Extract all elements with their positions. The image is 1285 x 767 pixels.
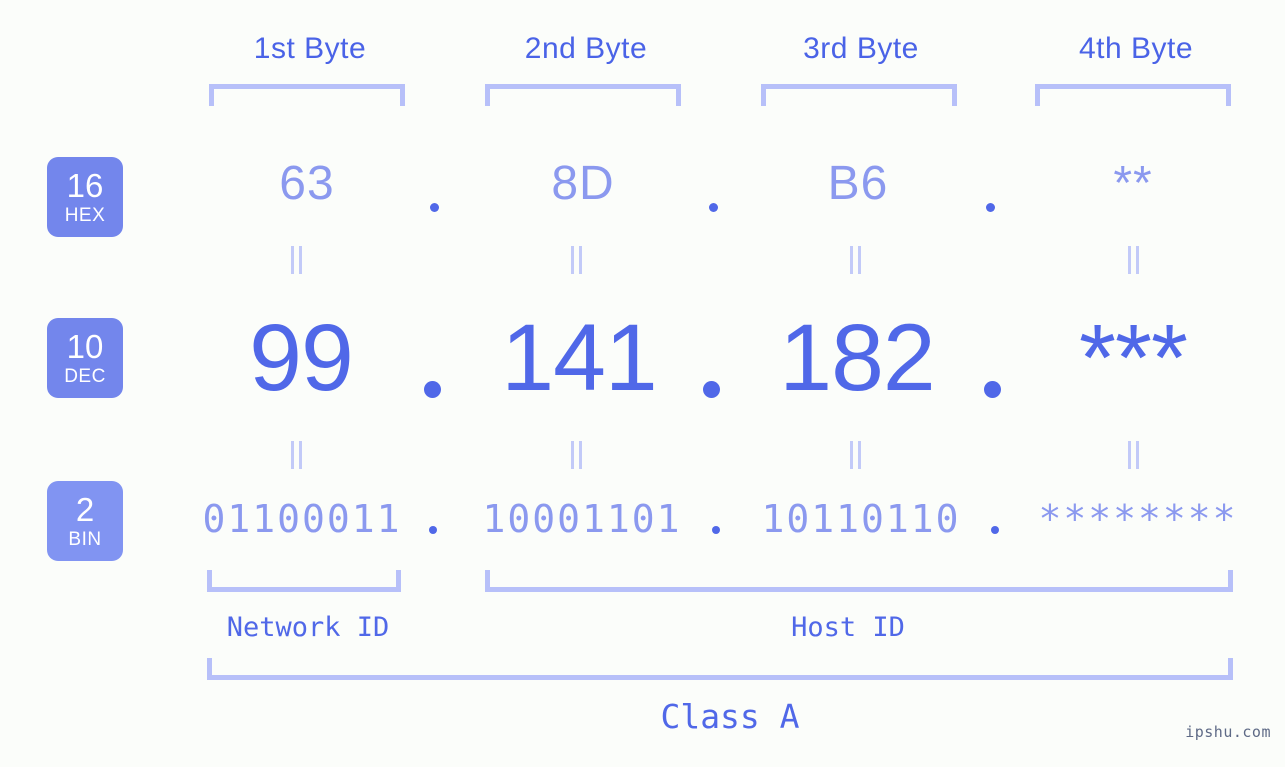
dec-byte-1: 99 (249, 305, 354, 411)
radix-badge-bin-number: 2 (75, 491, 95, 528)
hex-separator-dot-1 (430, 203, 439, 212)
host-id-label: Host ID (791, 612, 905, 643)
ip-address-breakdown-diagram: 1st Byte 2nd Byte 3rd Byte 4th Byte 16 H… (0, 0, 1285, 767)
host-id-bracket (485, 570, 1233, 592)
equality-marker-hex-dec-1 (291, 246, 302, 274)
equality-marker-hex-dec-2 (571, 246, 582, 274)
equality-marker-dec-bin-4 (1128, 441, 1139, 469)
bin-byte-3: 10110110 (761, 497, 961, 541)
radix-badge-bin-name: BIN (68, 529, 102, 550)
dec-byte-2: 141 (501, 305, 658, 411)
equality-marker-hex-dec-4 (1128, 246, 1139, 274)
bin-separator-dot-1 (429, 526, 437, 534)
equality-marker-hex-dec-3 (850, 246, 861, 274)
byte-header-4: 4th Byte (1078, 32, 1194, 65)
hex-separator-dot-2 (709, 203, 718, 212)
byte-bracket-3 (761, 84, 957, 106)
bin-separator-dot-2 (712, 526, 720, 534)
network-id-bracket (207, 570, 401, 592)
hex-byte-2: 8D (551, 157, 615, 210)
byte-header-1: 1st Byte (253, 32, 367, 65)
dec-separator-dot-3 (984, 381, 1001, 398)
equality-marker-dec-bin-1 (291, 441, 302, 469)
dec-separator-dot-1 (424, 381, 441, 398)
site-watermark: ipshu.com (1185, 723, 1271, 741)
byte-bracket-1 (209, 84, 405, 106)
hex-byte-3: B6 (827, 157, 889, 210)
equality-marker-dec-bin-2 (571, 441, 582, 469)
radix-badge-dec-name: DEC (64, 366, 106, 387)
bin-separator-dot-3 (991, 526, 999, 534)
network-id-label: Network ID (226, 612, 390, 643)
equality-marker-dec-bin-3 (850, 441, 861, 469)
class-bracket (207, 658, 1233, 680)
dec-byte-4: *** (1079, 305, 1188, 411)
byte-header-2: 2nd Byte (524, 32, 648, 65)
dec-byte-3: 182 (779, 305, 936, 411)
hex-byte-4: ** (1113, 157, 1153, 210)
hex-byte-1: 63 (279, 157, 335, 210)
bin-byte-4: ******** (1038, 497, 1238, 541)
radix-badge-dec-number: 10 (66, 328, 104, 365)
bin-byte-2: 10001101 (482, 497, 682, 541)
byte-header-3: 3rd Byte (803, 32, 919, 65)
byte-bracket-4 (1035, 84, 1231, 106)
byte-bracket-2 (485, 84, 681, 106)
hex-separator-dot-3 (986, 203, 995, 212)
dec-separator-dot-2 (703, 381, 720, 398)
radix-badge-hex-number: 16 (66, 167, 104, 204)
radix-badge-hex: 16 HEX (47, 157, 123, 237)
radix-badge-hex-name: HEX (64, 205, 106, 226)
radix-badge-dec: 10 DEC (47, 318, 123, 398)
class-label: Class A (660, 697, 800, 736)
bin-byte-1: 01100011 (202, 497, 402, 541)
radix-badge-bin: 2 BIN (47, 481, 123, 561)
